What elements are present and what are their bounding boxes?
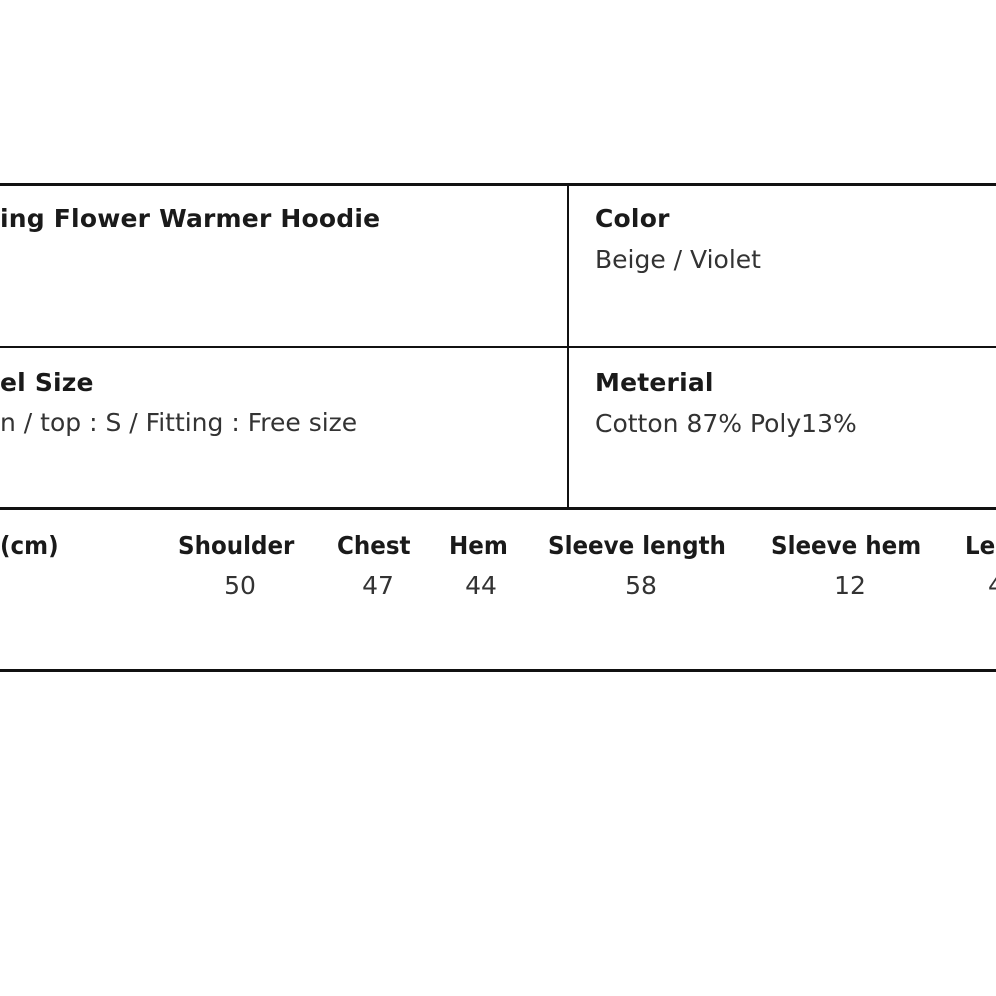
size-value-chest: 47 bbox=[362, 571, 394, 600]
material-label: Meterial bbox=[595, 368, 714, 397]
size-value-sleeve-length: 58 bbox=[625, 571, 657, 600]
material-value: Cotton 87% Poly13% bbox=[595, 409, 857, 438]
product-name: ing Flower Warmer Hoodie bbox=[0, 204, 381, 233]
size-header-hem: Hem bbox=[449, 531, 508, 560]
size-header-length: Le bbox=[965, 531, 996, 560]
size-value-length: 4 bbox=[988, 571, 996, 600]
size-header-chest: Chest bbox=[337, 531, 411, 560]
model-size-value: n / top : S / Fitting : Free size bbox=[0, 408, 358, 437]
size-header-shoulder: Shoulder bbox=[178, 531, 295, 560]
size-value-sleeve-hem: 12 bbox=[834, 571, 866, 600]
model-size-label: el Size bbox=[0, 368, 94, 397]
color-value: Beige / Violet bbox=[595, 245, 761, 274]
size-value-shoulder: 50 bbox=[224, 571, 256, 600]
size-header-sleeve-hem: Sleeve hem bbox=[771, 531, 922, 560]
size-value-hem: 44 bbox=[465, 571, 497, 600]
size-header-sleeve-length: Sleeve length bbox=[548, 531, 726, 560]
color-label: Color bbox=[595, 204, 670, 233]
size-unit-label: (cm) bbox=[0, 531, 59, 560]
